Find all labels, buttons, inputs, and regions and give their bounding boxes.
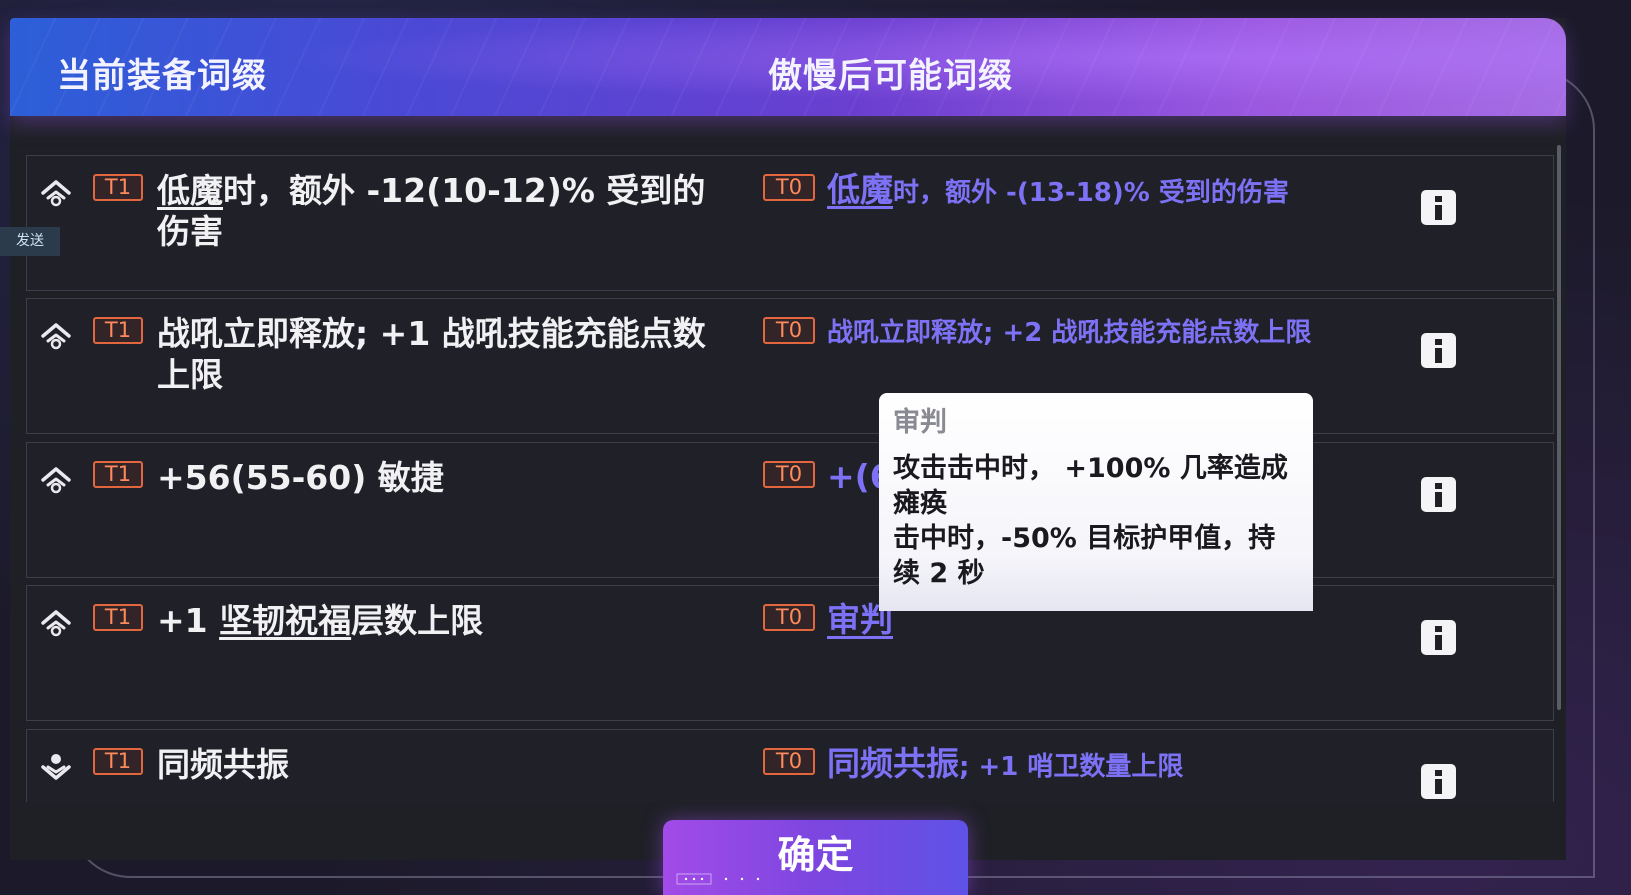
tooltip-line: 攻击击中时， +100% 几率造成瘫痪 — [893, 453, 1288, 519]
possible-affix-heading: 傲慢后可能词缀 — [768, 56, 1013, 96]
dialog-header: 当前装备词缀 傲慢后可能词缀 — [10, 18, 1566, 116]
keyword-tooltip: 审判 攻击击中时， +100% 几率造成瘫痪 击中时，-50% 目标护甲值，持续… — [879, 393, 1313, 611]
new-tier-badge: T0 — [763, 174, 815, 201]
tooltip-line: 击中时，-50% 目标护甲值，持续 2 秒 — [893, 523, 1276, 589]
affix-row: T1 +1 坚韧祝福层数上限 T0 审判 — [26, 585, 1554, 721]
possible-affix-text: 同频共振; +1 哨卫数量上限 — [827, 744, 1184, 783]
lock-down-icon[interactable] — [40, 750, 72, 782]
current-affix-text: +1 坚韧祝福层数上限 — [157, 601, 484, 640]
dots-decoration-icon — [676, 873, 760, 885]
new-tier-badge: T0 — [763, 604, 815, 631]
affix-row: T1 同频共振 T0 同频共振; +1 哨卫数量上限 — [26, 729, 1554, 802]
keyword-link[interactable]: 坚韧祝福 — [219, 601, 351, 640]
affix-dialog: 当前装备词缀 傲慢后可能词缀 T1 低魔时，额外 -12(10-12)% 受到的… — [10, 18, 1566, 860]
affix-row: T1 +56(55-60) 敏捷 T0 +(61 — [26, 442, 1554, 578]
affix-row: T1 战吼立即释放; +1 战吼技能充能点数上限 T0 战吼立即释放; +2 战… — [26, 298, 1554, 434]
keyword-link[interactable]: 低魔 — [827, 170, 893, 209]
affix-row: T1 低魔时，额外 -12(10-12)% 受到的伤害 T0 低魔时，额外 -(… — [26, 155, 1554, 291]
possible-affix-text: 低魔时，额外 -(13-18)% 受到的伤害 — [827, 170, 1289, 209]
new-tier-badge: T0 — [763, 317, 815, 344]
current-affix-text: 低魔时，额外 -12(10-12)% 受到的伤害 — [157, 171, 706, 251]
info-icon[interactable] — [1421, 477, 1456, 512]
info-icon[interactable] — [1421, 620, 1456, 655]
scrollbar[interactable] — [1557, 145, 1561, 710]
lock-up-icon[interactable] — [40, 606, 72, 638]
lock-up-icon[interactable] — [40, 176, 72, 208]
info-icon[interactable] — [1421, 190, 1456, 225]
current-tier-badge: T1 — [93, 317, 143, 344]
new-tier-badge: T0 — [763, 748, 815, 775]
info-icon[interactable] — [1421, 333, 1456, 368]
tooltip-title: 审判 — [893, 407, 947, 438]
send-tab[interactable]: 发送 — [0, 227, 60, 256]
current-tier-badge: T1 — [93, 174, 143, 201]
current-affix-text: 同频共振 — [157, 745, 289, 784]
possible-affix-text: 战吼立即释放; +2 战吼技能充能点数上限 — [827, 318, 1312, 348]
affix-list: T1 低魔时，额外 -12(10-12)% 受到的伤害 T0 低魔时，额外 -(… — [26, 155, 1554, 802]
keyword-link[interactable]: 低魔 — [157, 171, 223, 210]
current-tier-badge: T1 — [93, 461, 143, 488]
current-affix-text: 战吼立即释放; +1 战吼技能充能点数上限 — [157, 314, 706, 394]
new-tier-badge: T0 — [763, 461, 815, 488]
current-tier-badge: T1 — [93, 604, 143, 631]
lock-up-icon[interactable] — [40, 463, 72, 495]
current-affix-heading: 当前装备词缀 — [57, 56, 267, 96]
current-tier-badge: T1 — [93, 748, 143, 775]
current-affix-text: +56(55-60) 敏捷 — [157, 458, 444, 497]
lock-up-icon[interactable] — [40, 319, 72, 351]
info-icon[interactable] — [1421, 764, 1456, 799]
